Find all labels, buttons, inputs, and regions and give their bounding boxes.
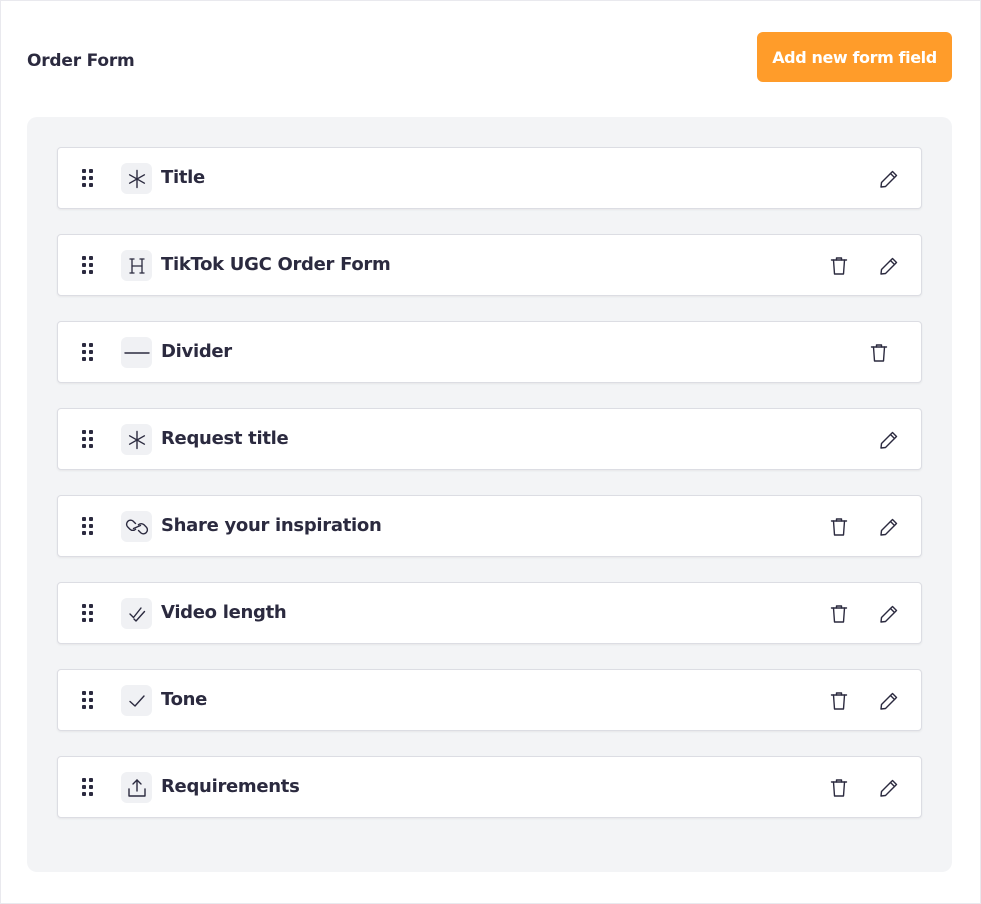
order-form-card: Order Form Add new form field Title TikTo…	[0, 0, 981, 904]
drag-handle-icon[interactable]	[81, 690, 97, 710]
trash-icon[interactable]	[827, 776, 851, 800]
check-icon	[121, 685, 152, 716]
field-label: Video length	[161, 602, 287, 623]
trash-icon[interactable]	[827, 515, 851, 539]
divider-line-icon	[121, 337, 152, 368]
form-fields-panel: Title TikTok UGC Order Form Divider Request…	[27, 117, 952, 872]
form-field-row[interactable]: Share your inspiration	[57, 495, 922, 557]
field-label: Request title	[161, 428, 289, 449]
asterisk-icon	[121, 163, 152, 194]
field-label: TikTok UGC Order Form	[161, 254, 391, 275]
double-check-icon	[121, 598, 152, 629]
trash-icon[interactable]	[827, 602, 851, 626]
field-label: Share your inspiration	[161, 515, 382, 536]
form-field-row[interactable]: Title	[57, 147, 922, 209]
field-label: Divider	[161, 341, 232, 362]
pencil-icon[interactable]	[877, 254, 901, 278]
form-field-row[interactable]: Request title	[57, 408, 922, 470]
field-label: Title	[161, 167, 205, 188]
drag-handle-icon[interactable]	[81, 516, 97, 536]
field-label: Requirements	[161, 776, 300, 797]
form-field-row[interactable]: TikTok UGC Order Form	[57, 234, 922, 296]
drag-handle-icon[interactable]	[81, 342, 97, 362]
drag-handle-icon[interactable]	[81, 603, 97, 623]
pencil-icon[interactable]	[877, 515, 901, 539]
drag-handle-icon[interactable]	[81, 429, 97, 449]
trash-icon[interactable]	[827, 689, 851, 713]
link-icon	[121, 511, 152, 542]
trash-icon[interactable]	[827, 254, 851, 278]
drag-handle-icon[interactable]	[81, 168, 97, 188]
form-field-row[interactable]: Divider	[57, 321, 922, 383]
page-title: Order Form	[27, 51, 135, 71]
pencil-icon[interactable]	[877, 689, 901, 713]
pencil-icon[interactable]	[877, 602, 901, 626]
form-field-list: Title TikTok UGC Order Form Divider Request…	[57, 147, 922, 843]
heading-icon	[121, 250, 152, 281]
asterisk-icon	[121, 424, 152, 455]
upload-icon	[121, 772, 152, 803]
pencil-icon[interactable]	[877, 167, 901, 191]
form-field-row[interactable]: Requirements	[57, 756, 922, 818]
pencil-icon[interactable]	[877, 428, 901, 452]
form-field-row[interactable]: Video length	[57, 582, 922, 644]
drag-handle-icon[interactable]	[81, 777, 97, 797]
add-form-field-button[interactable]: Add new form field	[757, 32, 952, 82]
drag-handle-icon[interactable]	[81, 255, 97, 275]
pencil-icon[interactable]	[877, 776, 901, 800]
form-field-row[interactable]: Tone	[57, 669, 922, 731]
trash-icon[interactable]	[867, 341, 891, 365]
field-label: Tone	[161, 689, 208, 710]
